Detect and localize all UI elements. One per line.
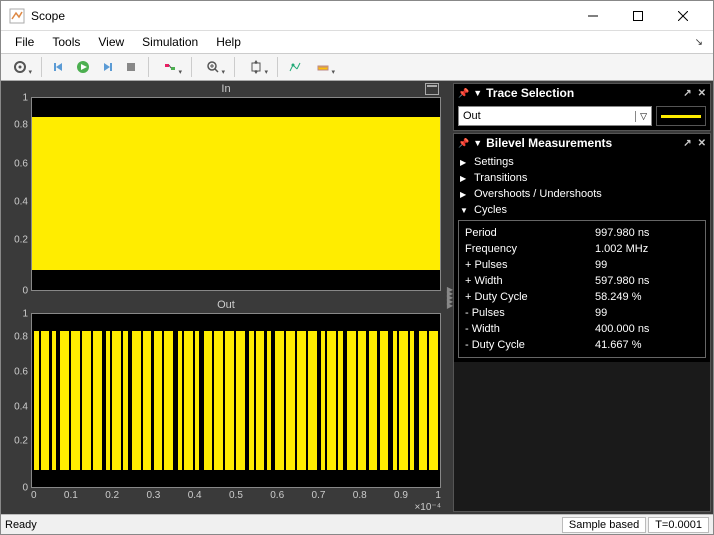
menu-tools[interactable]: Tools bbox=[44, 33, 88, 51]
menu-help[interactable]: Help bbox=[208, 33, 249, 51]
toolbar-menu-arrow-icon[interactable]: ↘ bbox=[695, 37, 707, 48]
step-back-button[interactable] bbox=[48, 56, 70, 78]
cursor-button[interactable] bbox=[284, 56, 306, 78]
window-title: Scope bbox=[31, 9, 570, 23]
status-mode: Sample based bbox=[562, 517, 646, 533]
zoom-button[interactable] bbox=[198, 56, 228, 78]
panel-collapse-icon[interactable]: ▼ bbox=[473, 88, 482, 98]
trace-panel-title: Trace Selection bbox=[486, 86, 677, 100]
run-button[interactable] bbox=[72, 56, 94, 78]
scale-axes-button[interactable] bbox=[241, 56, 271, 78]
bilevel-panel: 📌 ▼ Bilevel Measurements ↗ ✕ ▶Settings ▶… bbox=[453, 133, 711, 512]
panel-pin-icon[interactable]: 📌 bbox=[458, 138, 469, 149]
minimize-button[interactable] bbox=[570, 1, 615, 30]
maximize-axes-icon[interactable] bbox=[425, 83, 439, 95]
plot-in-title: In bbox=[1, 81, 451, 97]
panel-close-icon[interactable]: ✕ bbox=[698, 88, 706, 99]
plot-in[interactable]: 0 0.2 0.4 0.6 0.8 1 bbox=[31, 97, 441, 291]
menu-view[interactable]: View bbox=[90, 33, 132, 51]
measurements-button[interactable] bbox=[308, 56, 338, 78]
panel-collapse-icon[interactable]: ▼ bbox=[473, 138, 482, 148]
stop-button[interactable] bbox=[120, 56, 142, 78]
close-button[interactable] bbox=[660, 1, 705, 30]
panel-popout-icon[interactable]: ↗ bbox=[683, 88, 691, 99]
panel-splitter[interactable]: ▶▶▶▶▶ bbox=[447, 288, 453, 308]
section-settings[interactable]: ▶Settings bbox=[458, 154, 706, 170]
bilevel-panel-title: Bilevel Measurements bbox=[486, 136, 677, 150]
section-cycles[interactable]: ▼Cycles bbox=[458, 202, 706, 218]
panel-pin-icon[interactable]: 📌 bbox=[458, 88, 469, 99]
in-signal bbox=[32, 117, 440, 270]
cycles-table: Period997.980 ns Frequency1.002 MHz + Pu… bbox=[458, 220, 706, 358]
plot-out-title: Out bbox=[1, 297, 451, 313]
trace-color-swatch bbox=[656, 106, 706, 126]
status-time: T=0.0001 bbox=[648, 517, 709, 533]
x-axis-exponent: ×10⁻⁴ bbox=[1, 502, 441, 514]
trace-select[interactable]: Out ▽ bbox=[458, 106, 652, 126]
maximize-button[interactable] bbox=[615, 1, 660, 30]
trace-selection-panel: 📌 ▼ Trace Selection ↗ ✕ Out ▽ bbox=[453, 83, 711, 131]
menu-file[interactable]: File bbox=[7, 33, 42, 51]
plot-out[interactable]: 0 0.2 0.4 0.6 0.8 1 bbox=[31, 313, 441, 488]
app-icon bbox=[9, 8, 25, 24]
panel-popout-icon[interactable]: ↗ bbox=[683, 138, 691, 149]
chevron-down-icon: ▽ bbox=[635, 111, 647, 122]
out-signal bbox=[32, 331, 440, 470]
plot-container: In 0 0.2 0.4 0.6 0.8 1 Out 0 0.2 0.4 0.6… bbox=[1, 81, 451, 514]
panel-close-icon[interactable]: ✕ bbox=[698, 138, 706, 149]
step-forward-button[interactable] bbox=[96, 56, 118, 78]
section-overshoots[interactable]: ▶Overshoots / Undershoots bbox=[458, 186, 706, 202]
section-transitions[interactable]: ▶Transitions bbox=[458, 170, 706, 186]
menu-simulation[interactable]: Simulation bbox=[134, 33, 206, 51]
status-ready: Ready bbox=[5, 519, 37, 531]
highlight-button[interactable] bbox=[155, 56, 185, 78]
x-axis-ticks: 00.10.20.30.40.50.60.70.80.91 bbox=[31, 490, 441, 502]
configure-button[interactable] bbox=[5, 56, 35, 78]
